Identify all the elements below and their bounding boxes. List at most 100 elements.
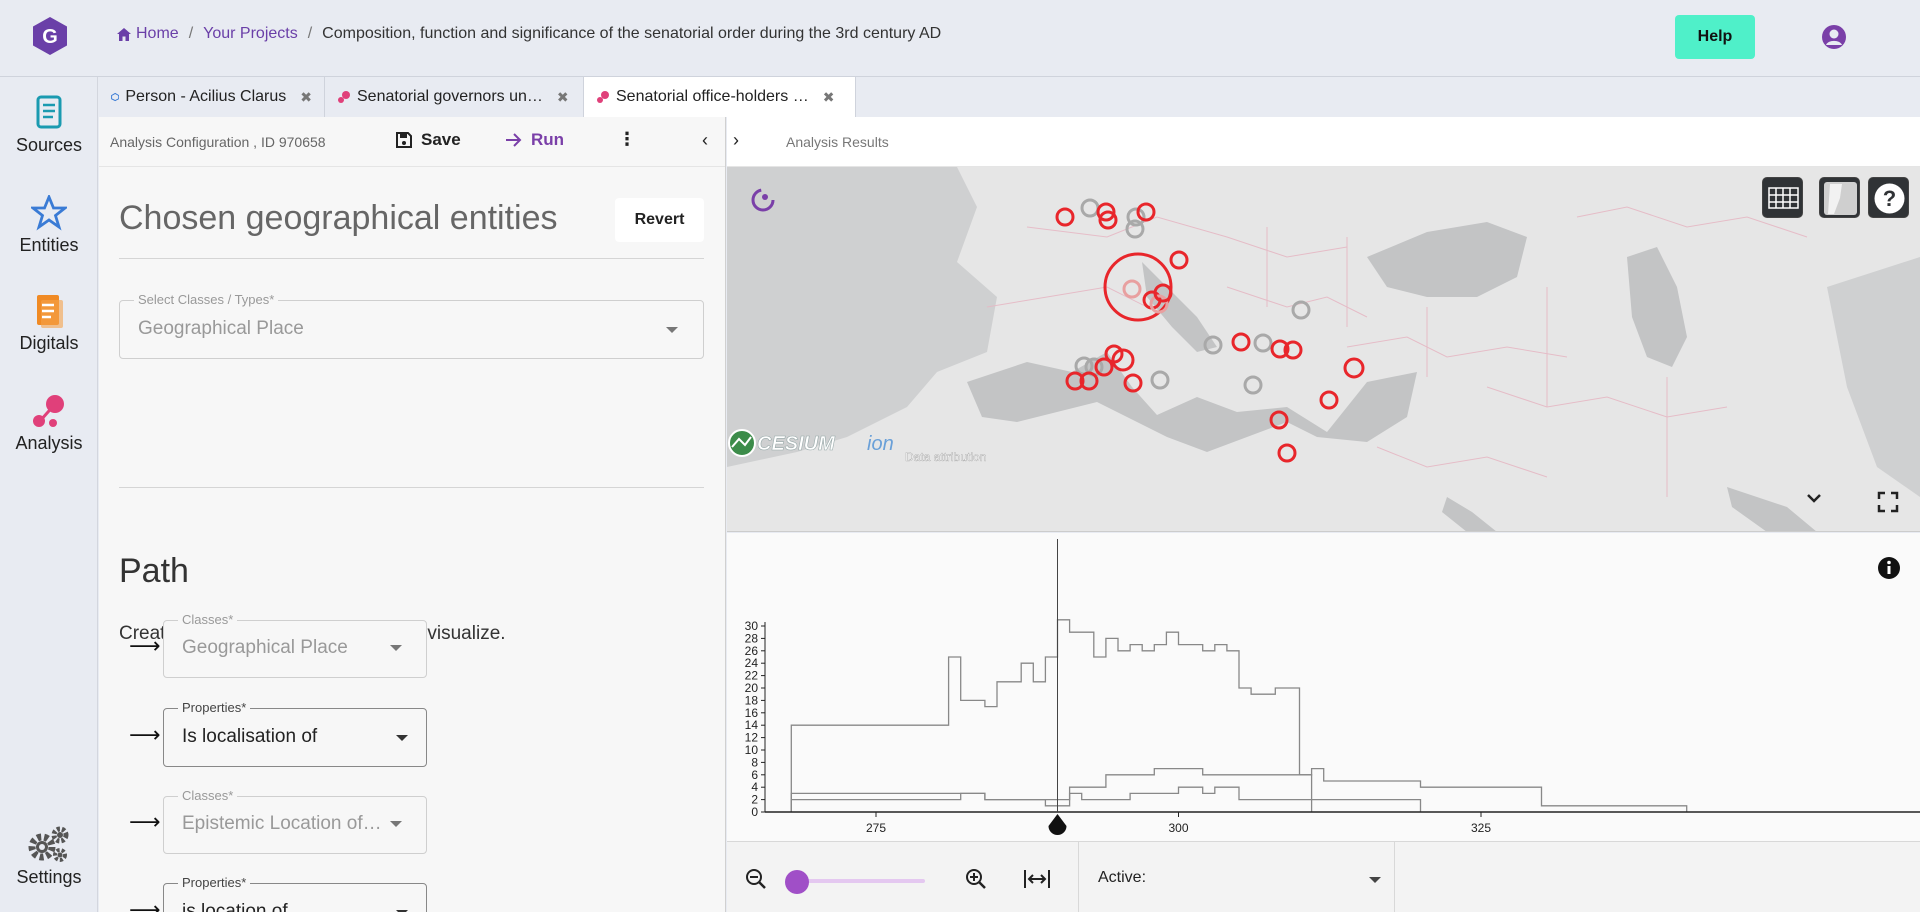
field-value: Is localisation of	[182, 726, 318, 747]
arrow-right-icon: ⟶	[129, 633, 161, 658]
nav-entities[interactable]: Entities	[0, 195, 98, 256]
analysis-configuration-panel: Analysis Configuration , ID 970658 Save …	[99, 117, 726, 912]
save-button[interactable]: Save	[395, 130, 461, 150]
home-icon	[117, 27, 131, 41]
breadcrumb-home[interactable]: Home	[117, 25, 179, 43]
document-icon	[37, 295, 63, 328]
field-value: Epistemic Location of…	[182, 813, 382, 834]
y-tick-label: 16	[745, 706, 759, 720]
divider	[119, 258, 704, 259]
zoom-slider-thumb[interactable]	[785, 870, 809, 894]
help-button[interactable]: Help	[1675, 15, 1755, 59]
info-icon[interactable]	[1877, 556, 1901, 580]
active-select-label[interactable]: Active:	[1098, 869, 1146, 887]
nav-analysis[interactable]: Analysis	[0, 393, 98, 454]
account-icon[interactable]	[1821, 24, 1847, 50]
scroll-icon	[36, 95, 62, 129]
tab-bar: Person - Acilius Clarus ✖ Senatorial gov…	[99, 77, 856, 117]
fit-width-icon[interactable]	[1023, 868, 1051, 890]
path-property-field[interactable]: Properties* Is localisation of	[163, 700, 427, 767]
field-label: Select Classes / Types*	[134, 292, 279, 307]
arrow-right-icon: ⟶	[129, 809, 161, 834]
chevron-down-icon[interactable]	[396, 735, 408, 741]
breadcrumb-current: Composition, function and significance o…	[322, 25, 942, 42]
path-property-field[interactable]: Properties* is location of	[163, 875, 427, 912]
nav-sources[interactable]: Sources	[0, 95, 98, 156]
nav-analysis-label: Analysis	[15, 433, 83, 453]
cesium-logo-icon[interactable]	[728, 429, 756, 457]
path-class-field[interactable]: Classes* Geographical Place	[163, 612, 427, 678]
help-icon[interactable]: ?	[1868, 177, 1909, 218]
close-icon[interactable]: ✖	[557, 89, 569, 106]
nav-sources-label: Sources	[15, 135, 83, 155]
more-options-icon[interactable]: ⋮	[618, 129, 636, 150]
run-button[interactable]: Run	[505, 130, 564, 150]
svg-text:?: ?	[1883, 186, 1896, 211]
y-tick-label: 28	[745, 631, 759, 645]
tab-label: Senatorial office-holders …	[616, 88, 809, 105]
y-tick-label: 14	[745, 718, 759, 732]
person-icon	[111, 92, 120, 102]
grid-icon[interactable]	[1762, 177, 1803, 218]
map-canvas[interactable]: CESIUM ion Data attribution	[727, 167, 1920, 532]
y-tick-label: 0	[751, 805, 758, 819]
ion-label: ion	[867, 433, 894, 455]
tab-analysis-governors[interactable]: Senatorial governors un… ✖	[325, 77, 584, 117]
y-tick-label: 2	[751, 793, 758, 807]
revert-button[interactable]: Revert	[615, 198, 704, 242]
geovistory-logo-icon[interactable]: G	[30, 16, 70, 56]
path-title: Path	[119, 552, 189, 590]
map-view[interactable]: CESIUM ion Data attribution ?	[727, 167, 1920, 532]
chevron-down-icon[interactable]	[390, 645, 402, 651]
field-value: is location of	[182, 901, 288, 912]
timeline-svg[interactable]: 024681012141618202224262830275 300 325	[727, 533, 1920, 841]
config-title: Analysis Configuration , ID 970658	[110, 134, 326, 150]
field-label: Properties*	[178, 700, 251, 715]
y-tick-label: 30	[745, 619, 759, 633]
field-label: Classes*	[178, 612, 238, 627]
base-layer-icon[interactable]	[1819, 177, 1860, 218]
config-toolbar: Analysis Configuration , ID 970658 Save …	[99, 117, 725, 167]
select-classes-field[interactable]: Select Classes / Types* Geographical Pla…	[119, 292, 704, 359]
tab-person[interactable]: Person - Acilius Clarus ✖	[99, 77, 325, 117]
chevron-right-icon[interactable]: ›	[733, 130, 739, 151]
zoom-in-icon[interactable]	[965, 868, 987, 890]
y-tick-label: 18	[745, 693, 759, 707]
y-tick-label: 24	[745, 656, 759, 670]
chevron-left-icon[interactable]: ‹	[702, 130, 708, 151]
breadcrumb-home-label: Home	[136, 25, 179, 42]
svg-text:G: G	[42, 26, 58, 48]
chevron-down-icon[interactable]	[666, 327, 678, 333]
y-tick-label: 12	[745, 731, 759, 745]
x-tick-label: 275	[866, 821, 886, 835]
y-tick-label: 10	[745, 743, 759, 757]
entities-star-icon	[31, 195, 67, 231]
arrow-right-icon	[506, 133, 522, 147]
breadcrumb-separator: /	[188, 25, 194, 42]
nav-entities-label: Entities	[19, 235, 79, 255]
field-label: Classes*	[178, 788, 238, 803]
zoom-out-icon[interactable]	[745, 868, 767, 890]
zoom-slider-track[interactable]	[790, 879, 925, 883]
close-icon[interactable]: ✖	[823, 89, 835, 106]
save-icon	[396, 132, 412, 148]
tab-label: Person - Acilius Clarus	[125, 88, 287, 105]
nav-digitals[interactable]: Digitals	[0, 293, 98, 354]
chevron-down-icon[interactable]	[1369, 877, 1381, 883]
left-navigation: Sources Entities Digitals Analysis Setti…	[0, 77, 98, 912]
gears-icon	[28, 826, 69, 862]
chevron-down-icon[interactable]	[390, 821, 402, 827]
x-tick-label: 325	[1471, 821, 1491, 835]
field-value: Geographical Place	[182, 637, 348, 658]
section-title: Chosen geographical entities	[119, 199, 558, 237]
breadcrumb-projects[interactable]: Your Projects	[203, 25, 298, 43]
nav-settings[interactable]: Settings	[0, 825, 98, 888]
path-class-field[interactable]: Classes* Epistemic Location of…	[163, 788, 427, 854]
tab-analysis-office-holders[interactable]: Senatorial office-holders … ✖	[584, 77, 856, 117]
x-tick-label: 300	[1168, 821, 1188, 835]
time-cursor-handle[interactable]	[1048, 814, 1067, 835]
run-label: Run	[531, 130, 565, 149]
data-attribution-link[interactable]: Data attribution	[905, 450, 987, 464]
timeline-chart[interactable]: 0 2 4 6 8 10 12 14 16 18 20 22 24 26 28 30 275 300 325	[727, 533, 1920, 841]
close-icon[interactable]: ✖	[300, 89, 312, 106]
